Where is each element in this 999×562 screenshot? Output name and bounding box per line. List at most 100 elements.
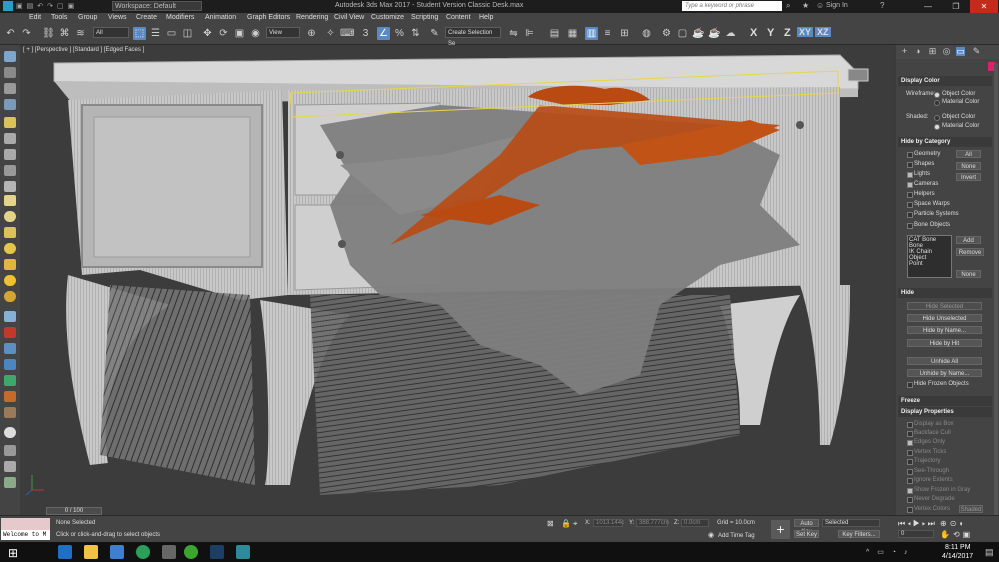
auto-key-button[interactable]: Auto Key	[794, 519, 819, 535]
viewport-nav-icons-2[interactable]: ✋⟲▣	[940, 530, 973, 539]
select-manipulate-icon[interactable]: ✧	[324, 27, 337, 40]
z-coord-field[interactable]: 0.0cm	[681, 519, 709, 527]
user-icon[interactable]: ☺	[816, 1, 824, 10]
store-icon[interactable]	[110, 545, 124, 559]
scale-icon[interactable]: ▣	[233, 27, 246, 40]
percent-snap-icon[interactable]: %	[393, 27, 406, 40]
a360-render-icon[interactable]: ☁	[724, 27, 737, 40]
placement-icon[interactable]: ◉	[249, 27, 262, 40]
tool-icon-19[interactable]	[4, 343, 16, 354]
panel-scrollbar[interactable]	[994, 63, 998, 515]
box-primitive-icon[interactable]	[4, 195, 16, 206]
hide-by-name-button[interactable]: Hide by Name...	[907, 326, 982, 334]
hide-selected-button[interactable]: Hide Selected	[907, 302, 982, 310]
tool-icon-18[interactable]	[4, 327, 16, 338]
key-mode-dropdown[interactable]: Selected	[822, 519, 880, 527]
freeze-rollout[interactable]: Freeze	[898, 396, 992, 406]
tool-icon-1[interactable]	[4, 51, 16, 62]
cameras-checkbox[interactable]	[907, 182, 913, 188]
axis-y-button[interactable]: Y	[767, 27, 774, 39]
geometry-checkbox[interactable]	[907, 152, 913, 158]
select-by-name-icon[interactable]: ☰	[149, 27, 162, 40]
hide-frozen-checkbox[interactable]	[907, 382, 913, 388]
sphere-primitive-icon[interactable]	[4, 211, 16, 222]
scene-explorer-icon[interactable]: ▦	[566, 27, 579, 40]
windows-start-icon[interactable]: ⊞	[8, 546, 18, 560]
wireframe-material-color-radio[interactable]	[934, 100, 940, 106]
category-none-button[interactable]: None	[956, 162, 981, 170]
helpers-checkbox[interactable]	[907, 192, 913, 198]
list-item[interactable]: IK Chain Object	[909, 249, 950, 261]
utilities-tab-icon[interactable]: ✎	[972, 47, 981, 56]
display-properties-rollout[interactable]: Display Properties	[898, 407, 992, 417]
shaded-button[interactable]: Shaded	[959, 505, 983, 513]
never-degrade-checkbox[interactable]	[907, 497, 913, 503]
clock-date[interactable]: 4/14/2017	[942, 553, 973, 560]
particle-systems-checkbox[interactable]	[907, 212, 913, 218]
cylinder-primitive-icon[interactable]	[4, 227, 16, 238]
app-logo-icon[interactable]	[3, 1, 13, 11]
selection-region-icon[interactable]: ▭	[165, 27, 178, 40]
menu-item-animation[interactable]: Animation	[205, 14, 236, 21]
shapes-checkbox[interactable]	[907, 162, 913, 168]
ignore-extents-checkbox[interactable]	[907, 478, 913, 484]
rendered-frame-icon[interactable]: ▢	[676, 27, 689, 40]
menu-item-modifiers[interactable]: Modifiers	[166, 14, 194, 21]
vertex-colors-checkbox[interactable]	[907, 507, 913, 513]
unhide-all-button[interactable]: Unhide All	[907, 357, 982, 365]
time-tag-icon[interactable]: ◉	[708, 531, 714, 539]
redo-icon[interactable]: ↷	[20, 27, 33, 40]
sphere-icon[interactable]	[4, 427, 16, 438]
menu-item-help[interactable]: Help	[479, 14, 493, 21]
close-button[interactable]: ✕	[970, 0, 998, 13]
angle-snap-icon[interactable]: ∠	[377, 27, 390, 40]
material-editor-icon[interactable]: ◍	[640, 27, 653, 40]
curve-editor-icon[interactable]: ≡	[601, 27, 614, 40]
maxscript-listener[interactable]: Welcome to M	[1, 518, 50, 540]
mirror-icon[interactable]: ⇋	[507, 27, 520, 40]
menu-item-tools[interactable]: Tools	[51, 14, 67, 21]
edge-browser-icon[interactable]	[58, 545, 72, 559]
axis-x-button[interactable]: X	[750, 27, 757, 39]
named-selection-set-dropdown[interactable]: Create Selection Se	[445, 27, 501, 47]
menu-item-graph-editors[interactable]: Graph Editors	[247, 14, 290, 21]
maximize-button[interactable]: ❐	[942, 0, 970, 13]
link-icon[interactable]: ⛓	[42, 27, 55, 40]
display-color-rollout[interactable]: Display Color	[898, 76, 992, 86]
menu-item-content[interactable]: Content	[446, 14, 471, 21]
tool-icon-25[interactable]	[4, 445, 16, 456]
quick-access-icons[interactable]: ▣▤↶↷▢▣	[16, 2, 106, 10]
tool-icon-7[interactable]	[4, 149, 16, 160]
edit-named-selection-icon[interactable]: ✎	[428, 27, 441, 40]
menu-item-civil-view[interactable]: Civil View	[334, 14, 364, 21]
unlink-icon[interactable]: ⌘	[58, 27, 71, 40]
category-remove-button[interactable]: Remove	[956, 248, 984, 256]
tool-icon-22[interactable]	[4, 391, 16, 402]
tool-icon-8[interactable]	[4, 165, 16, 176]
app-icon-5[interactable]	[162, 545, 176, 559]
axis-z-button[interactable]: Z	[784, 27, 791, 39]
layer-explorer-icon[interactable]: ▤	[548, 27, 561, 40]
render-setup-icon[interactable]: ⚙	[660, 27, 673, 40]
category-none-button-2[interactable]: None	[956, 270, 981, 278]
viewport-label[interactable]: [ + ] [Perspective ] [Standard ] [Edged …	[23, 47, 144, 53]
align-icon[interactable]: ⊫	[523, 27, 536, 40]
tool-icon-9[interactable]	[4, 181, 16, 192]
undo-icon[interactable]: ↶	[4, 27, 17, 40]
category-list[interactable]: CAT Bone Bone IK Chain Object Point	[907, 235, 952, 278]
move-icon[interactable]: ✥	[201, 27, 214, 40]
infocenter-icon[interactable]: ★	[802, 1, 809, 10]
search-icon[interactable]: ⌕	[786, 1, 790, 11]
list-item[interactable]: Point	[909, 261, 950, 267]
reference-coord-dropdown[interactable]: View	[266, 27, 300, 38]
bone-objects-checkbox[interactable]	[907, 223, 913, 229]
spline-icon[interactable]	[4, 311, 16, 322]
isolate-icon[interactable]: ⊠	[547, 519, 554, 528]
current-frame-field[interactable]: 0	[898, 530, 934, 538]
ribbon-toggle-icon[interactable]: ▥	[585, 27, 598, 40]
rotate-icon[interactable]: ⟳	[217, 27, 230, 40]
teapot-icon[interactable]	[4, 291, 16, 302]
menu-item-customize[interactable]: Customize	[371, 14, 404, 21]
system-tray-icons[interactable]: ^ ▭ ◔ ♪	[866, 548, 910, 556]
tool-icon-21[interactable]	[4, 375, 16, 386]
